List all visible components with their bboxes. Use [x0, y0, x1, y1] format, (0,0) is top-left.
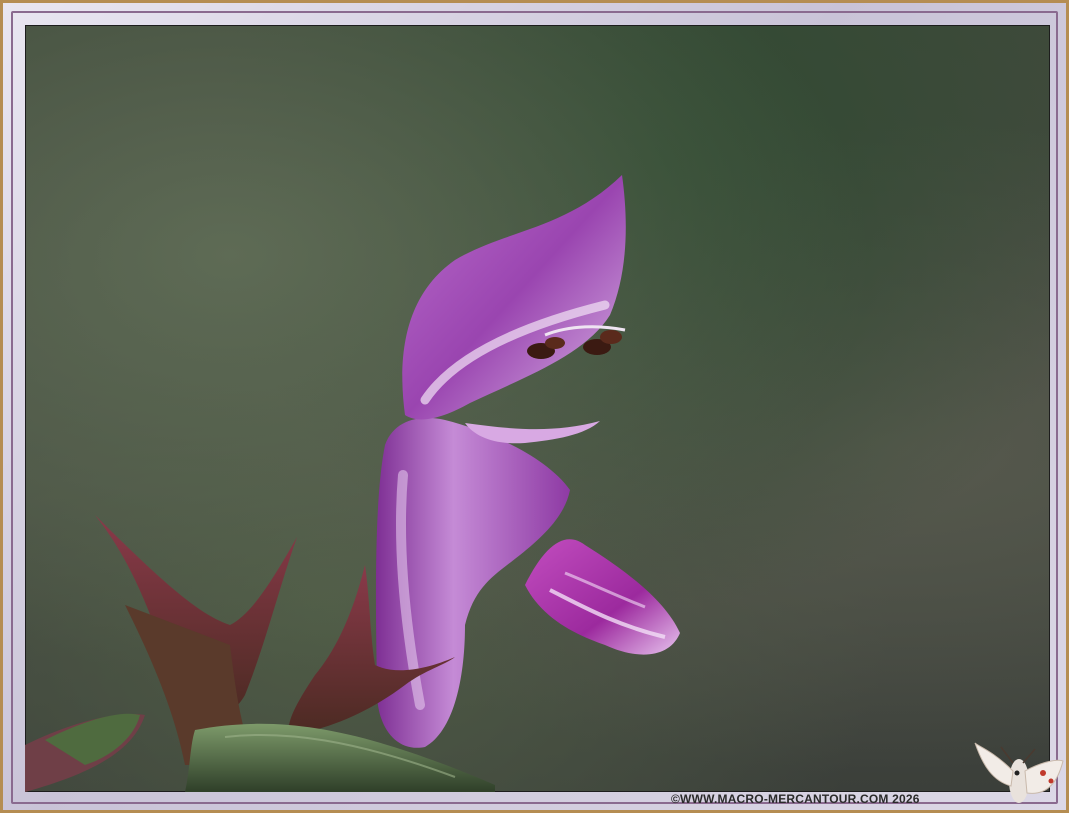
flower-illustration [25, 175, 680, 792]
photo-frame: ©WWW.MACRO-MERCANTOUR.COM 2026 [0, 0, 1069, 813]
copyright-watermark: ©WWW.MACRO-MERCANTOUR.COM 2026 [671, 792, 920, 806]
moth-logo [974, 742, 1064, 803]
flower-lower-lip [525, 539, 680, 655]
flower-macro-photo [25, 25, 1050, 792]
